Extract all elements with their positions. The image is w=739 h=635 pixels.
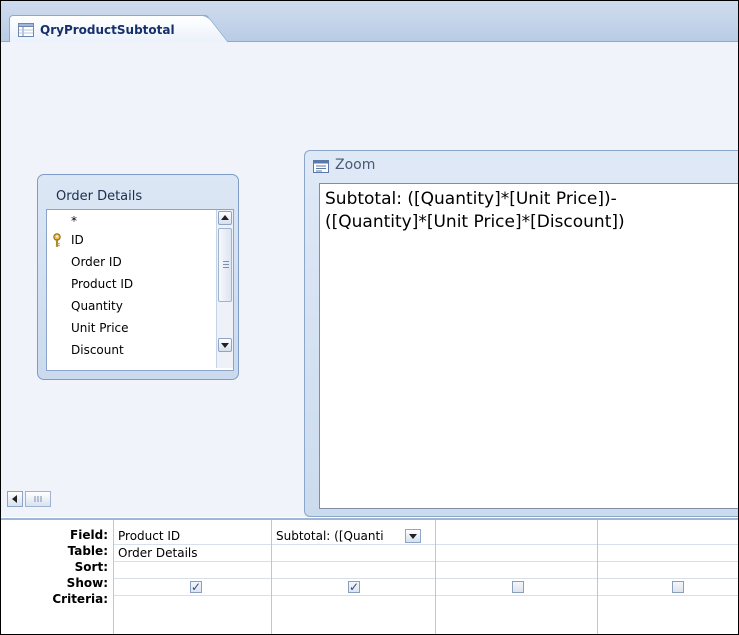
show-cell[interactable]	[436, 579, 597, 596]
table-cell[interactable]	[598, 545, 738, 562]
field-item-product-id[interactable]: Product ID	[71, 275, 133, 293]
show-checkbox[interactable]	[672, 581, 684, 593]
grip-line	[223, 264, 229, 265]
query-design-surface[interactable]: Order Details * ID Order ID Product ID Q…	[1, 42, 738, 517]
arrow-up-icon	[221, 215, 229, 220]
check-mark-icon: ✓	[349, 580, 360, 594]
field-cell[interactable]	[436, 528, 597, 545]
grid-row-labels: Field: Table: Sort: Show: Criteria:	[1, 520, 112, 634]
scroll-down-button[interactable]	[218, 338, 232, 352]
scroll-up-button[interactable]	[218, 211, 232, 225]
check-mark-icon: ✓	[191, 580, 202, 594]
sort-cell[interactable]	[114, 562, 271, 579]
scroll-left-button[interactable]	[7, 491, 23, 507]
show-checkbox[interactable]: ✓	[190, 580, 202, 594]
query-icon	[18, 23, 34, 37]
field-cell-text: Subtotal: ([Quanti	[276, 529, 384, 543]
grip-line	[223, 267, 229, 268]
field-list[interactable]: * ID Order ID Product ID Quantity Unit P…	[46, 209, 234, 371]
document-tab-title: QryProductSubtotal	[40, 23, 175, 37]
zoom-dialog[interactable]: Zoom Subtotal: ([Quantity]*[Unit Price])…	[304, 150, 738, 517]
field-item-asterisk[interactable]: *	[71, 212, 77, 230]
show-checkbox[interactable]	[512, 581, 524, 593]
order-details-table-box[interactable]: Order Details * ID Order ID Product ID Q…	[37, 174, 239, 380]
grid-column[interactable]	[597, 520, 738, 634]
sort-cell[interactable]	[272, 562, 435, 579]
row-label-table: Table:	[67, 544, 108, 558]
grip-line	[223, 261, 229, 262]
row-label-criteria: Criteria:	[52, 592, 108, 606]
row-label-show: Show:	[66, 576, 108, 590]
field-cell[interactable]	[598, 528, 738, 545]
query-design-window: QryProductSubtotal Order Details * ID Or…	[0, 0, 739, 635]
field-item-quantity[interactable]: Quantity	[71, 297, 123, 315]
show-cell[interactable]: ✓	[114, 579, 271, 596]
grid-column[interactable]	[435, 520, 597, 634]
horizontal-scrollbar[interactable]	[7, 491, 57, 507]
field-item-id[interactable]: ID	[71, 231, 84, 249]
show-checkbox[interactable]: ✓	[348, 580, 360, 594]
scroll-thumb[interactable]	[218, 228, 232, 302]
grip-icon	[34, 496, 42, 502]
table-cell[interactable]: Order Details	[114, 545, 271, 562]
primary-key-icon	[53, 233, 61, 247]
field-item-order-id[interactable]: Order ID	[71, 253, 122, 271]
row-label-sort: Sort:	[74, 560, 108, 574]
field-cell[interactable]: Product ID	[114, 528, 271, 545]
zoom-window-icon	[313, 160, 329, 173]
table-box-title[interactable]: Order Details	[56, 189, 142, 204]
zoom-expression-editor[interactable]: Subtotal: ([Quantity]*[Unit Price])- ([Q…	[319, 183, 738, 509]
document-tab[interactable]: QryProductSubtotal	[9, 15, 209, 44]
field-cell[interactable]: Subtotal: ([Quanti	[272, 528, 435, 545]
show-cell[interactable]	[598, 579, 738, 596]
grid-column[interactable]: Subtotal: ([Quanti ✓	[271, 520, 435, 634]
document-tab-strip: QryProductSubtotal	[1, 1, 738, 44]
field-item-unit-price[interactable]: Unit Price	[71, 319, 129, 337]
field-list-scrollbar[interactable]	[216, 210, 233, 368]
row-label-field: Field:	[70, 528, 108, 542]
field-item-discount[interactable]: Discount	[71, 341, 124, 359]
table-cell[interactable]	[272, 545, 435, 562]
arrow-down-icon	[221, 343, 229, 348]
zoom-dialog-title: Zoom	[335, 157, 376, 173]
query-design-grid: Field: Table: Sort: Show: Criteria: Prod…	[1, 518, 738, 634]
table-cell[interactable]	[436, 545, 597, 562]
show-cell[interactable]: ✓	[272, 579, 435, 596]
grid-column[interactable]: Product ID Order Details ✓	[113, 520, 271, 634]
sort-cell[interactable]	[598, 562, 738, 579]
arrow-left-icon	[12, 495, 17, 503]
horizontal-scroll-thumb[interactable]	[25, 491, 51, 507]
field-dropdown-button[interactable]	[405, 529, 421, 543]
sort-cell[interactable]	[436, 562, 597, 579]
